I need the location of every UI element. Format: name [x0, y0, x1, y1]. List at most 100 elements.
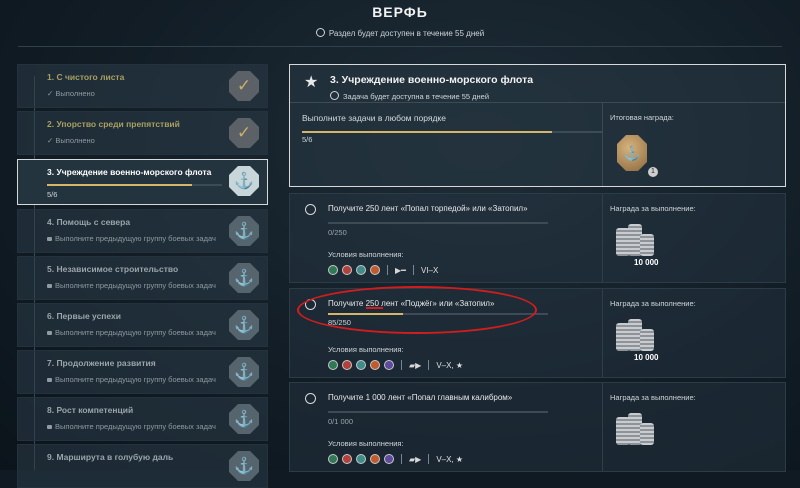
lock-icon [47, 425, 52, 429]
torpedo-icon [328, 454, 338, 464]
fire-icon [342, 360, 352, 370]
step-status: Выполните предыдущую группу боевых задач [47, 234, 216, 243]
step-1[interactable]: 1. С чистого листа ✓ Выполнено ✓ [17, 64, 268, 108]
page-title: ВЕРФЬ [372, 4, 428, 20]
step-9[interactable]: 9. Марширута в голубую даль ⚓ [17, 444, 268, 488]
step-title: 8. Рост компетенций [47, 405, 134, 415]
task-radio[interactable] [305, 204, 316, 215]
step-4[interactable]: 4. Помощь с севера Выполните предыдущую … [17, 209, 268, 253]
conditions-label: Условия выполнения: [328, 439, 404, 448]
step-status-text: Выполните предыдущую группу боевых задач [55, 281, 216, 290]
clock-icon [330, 91, 339, 100]
step-title: 3. Учреждение военно-морского флота [47, 167, 212, 177]
ribbon-icon [370, 265, 380, 275]
step-count: 5/6 [47, 190, 58, 199]
step-status-text: Выполните предыдущую группу боевых задач [55, 422, 216, 431]
step-status-text: Выполните предыдущую группу боевых задач [55, 234, 216, 243]
step-status: Выполните предыдущую группу боевых задач [47, 328, 216, 337]
header-divider [18, 46, 782, 47]
divider [401, 454, 402, 464]
divider [602, 383, 603, 471]
task-count: 0/1 000 [328, 417, 354, 426]
step-status: ✓ Выполнено [47, 136, 95, 145]
step-title: 5. Независимое строительство [47, 264, 179, 274]
conditions-row: ▰▶ V–X, ★ [328, 453, 463, 465]
step-title: 9. Марширута в голубую даль [47, 452, 174, 462]
lock-icon [47, 331, 52, 335]
check-icon: ✓ [229, 118, 259, 148]
step-title: 2. Упорство среди препятствий [47, 119, 180, 129]
group-progress-bar [302, 131, 552, 133]
divider [412, 265, 414, 275]
tier-range: V–X, ★ [436, 454, 464, 464]
task-progress-track [328, 411, 548, 413]
step-title: 4. Помощь с севера [47, 217, 131, 227]
anchor-icon: ⚓ [229, 404, 259, 434]
step-8[interactable]: 8. Рост компетенций Выполните предыдущую… [17, 397, 268, 441]
star-icon: ★ [304, 74, 319, 91]
group-subtitle: Задача будет доступна в течение 55 дней [330, 91, 489, 101]
step-5[interactable]: 5. Независимое строительство Выполните п… [17, 256, 268, 300]
group-instruction: Выполните задачи в любом порядке [302, 113, 446, 123]
anchor-icon: ⚓ [229, 357, 259, 387]
clock-icon [315, 28, 325, 37]
group-title: 3. Учреждение военно-морского флота [330, 74, 534, 86]
divider [602, 103, 603, 186]
step-status: Выполните предыдущую группу боевых задач [47, 375, 216, 384]
nation-flag-icon: ▰▶ [409, 454, 422, 464]
task-1[interactable]: Получите 250 лент «Попал торпедой» или «… [289, 193, 786, 283]
premium-icon [384, 454, 394, 464]
anchor-icon: ⚓ [229, 451, 259, 481]
divider [387, 265, 388, 275]
step-3[interactable]: 3. Учреждение военно-морского флота 5/6 … [17, 159, 268, 205]
page-subtitle-text: Раздел будет доступен в течение 55 дней [328, 29, 485, 38]
step-status: Выполните предыдущую группу боевых задач [47, 281, 216, 290]
conditions-label: Условия выполнения: [328, 250, 404, 259]
nation-flag-icon: ▰▶ [409, 360, 422, 370]
step-2[interactable]: 2. Упорство среди препятствий ✓ Выполнен… [17, 111, 268, 155]
page-subtitle: Раздел будет доступен в течение 55 дней [0, 28, 800, 38]
anchor-icon: ⚓ [229, 216, 259, 246]
step-progress-bar [47, 184, 192, 186]
premium-icon [384, 360, 394, 370]
divider [602, 289, 603, 377]
conditions-label: Условия выполнения: [328, 345, 404, 354]
medal-icon[interactable]: ⚓ [617, 135, 647, 171]
step-status-text: Выполните предыдущую группу боевых задач [55, 328, 216, 337]
group-subtitle-text: Задача будет доступна в течение 55 дней [343, 92, 490, 101]
lock-icon [47, 284, 52, 288]
step-title: 6. Первые успехи [47, 311, 121, 321]
ship-class-icon [356, 265, 366, 275]
step-7[interactable]: 7. Продолжение развития Выполните предыд… [17, 350, 268, 394]
torpedo-icon [328, 265, 338, 275]
ribbon-icon [370, 454, 380, 464]
ship-class-icon [356, 360, 366, 370]
check-icon: ✓ [229, 71, 259, 101]
conditions-row: ▶━ VI–X [328, 264, 438, 276]
reward-label: Награда за выполнение: [610, 204, 696, 213]
step-6[interactable]: 6. Первые успехи Выполните предыдущую гр… [17, 303, 268, 347]
step-status-text: Выполните предыдущую группу боевых задач [55, 375, 216, 384]
ribbon-icon [370, 360, 380, 370]
lock-icon [47, 378, 52, 382]
fire-icon [342, 454, 352, 464]
divider [428, 454, 430, 464]
task-radio[interactable] [305, 393, 316, 404]
nation-flag-icon: ▶━ [395, 265, 406, 275]
task-progress-track [328, 222, 548, 224]
task-3[interactable]: Получите 1 000 лент «Попал главным калиб… [289, 382, 786, 472]
fire-icon [342, 265, 352, 275]
step-status-text: Выполнено [55, 136, 95, 145]
task-count: 0/250 [328, 228, 347, 237]
credits-icon [616, 409, 656, 447]
step-status: Выполните предыдущую группу боевых задач [47, 422, 216, 431]
anchor-icon: ⚓ [229, 263, 259, 293]
reward-amount: 10 000 [634, 258, 659, 267]
torpedo-icon [328, 360, 338, 370]
divider [290, 102, 785, 103]
step-title: 7. Продолжение развития [47, 358, 156, 368]
tier-range: V–X, ★ [436, 360, 464, 370]
task-title: Получите 250 лент «Попал торпедой» или «… [328, 204, 528, 213]
reward-count-badge: 1 [648, 167, 658, 177]
ship-class-icon [356, 454, 366, 464]
